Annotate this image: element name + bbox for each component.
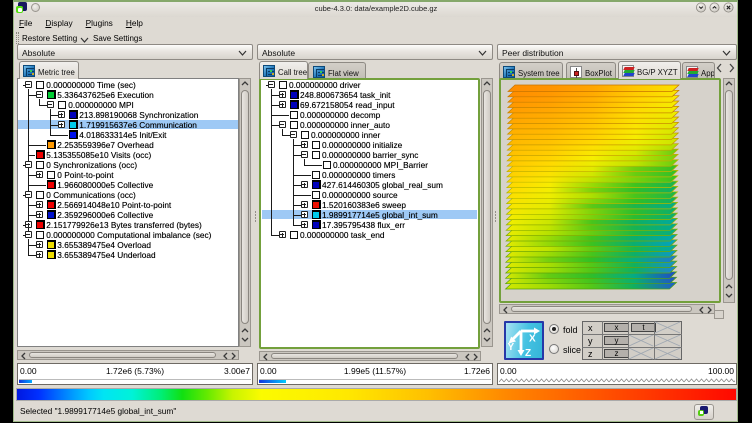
svg-text:Y: Y: [508, 342, 515, 353]
svg-text:Z: Z: [525, 348, 531, 358]
svg-text:X: X: [529, 334, 536, 345]
